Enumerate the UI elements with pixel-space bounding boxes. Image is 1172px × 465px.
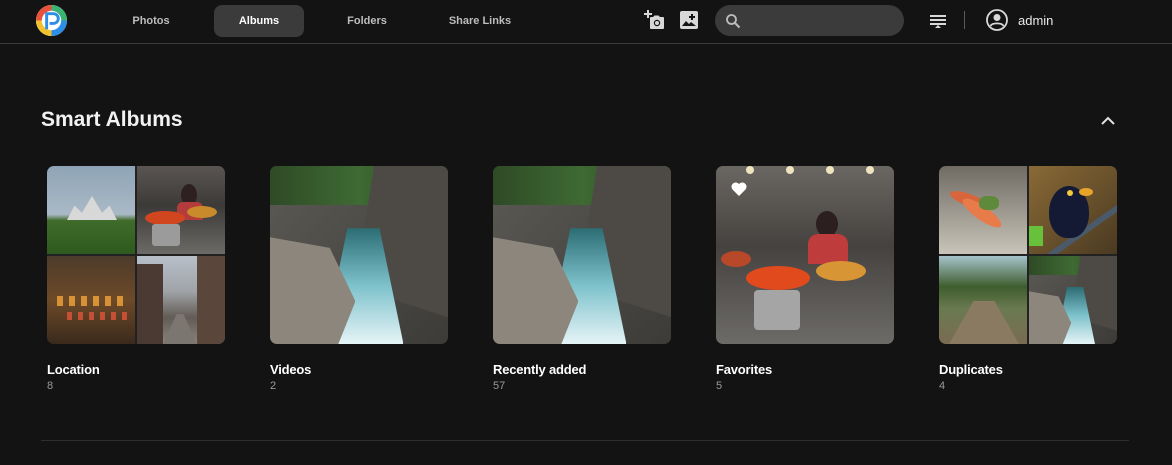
album-thumbnail[interactable] <box>47 166 225 344</box>
search-icon <box>726 14 741 29</box>
album-count: 4 <box>939 380 946 392</box>
album-name[interactable]: Recently added <box>493 362 671 377</box>
tab-folders[interactable]: Folders <box>328 5 406 37</box>
heart-icon <box>731 182 747 196</box>
add-photo-button[interactable] <box>642 8 666 32</box>
album-name[interactable]: Location <box>47 362 225 377</box>
search-field[interactable] <box>715 5 904 36</box>
album-card-duplicates[interactable]: Duplicates 4 <box>939 166 1117 392</box>
album-count: 8 <box>47 380 54 392</box>
album-thumbnail[interactable] <box>493 166 671 344</box>
album-thumbnail[interactable] <box>939 166 1117 344</box>
add-album-button[interactable] <box>677 8 701 32</box>
search-input[interactable] <box>747 10 895 31</box>
user-name[interactable]: admin <box>1018 13 1053 28</box>
chevron-up-icon[interactable] <box>1099 112 1117 130</box>
album-count: 2 <box>270 380 277 392</box>
album-name[interactable]: Favorites <box>716 362 894 377</box>
account-circle-icon[interactable] <box>986 9 1008 31</box>
album-count: 57 <box>493 380 506 392</box>
album-card-location[interactable]: Location 8 <box>47 166 225 392</box>
tab-share-links[interactable]: Share Links <box>430 5 530 37</box>
album-name[interactable]: Videos <box>270 362 448 377</box>
sort-icon <box>930 15 946 28</box>
app-logo-icon[interactable] <box>35 4 68 37</box>
album-card-recently-added[interactable]: Recently added 57 <box>493 166 671 392</box>
header-divider <box>964 11 965 29</box>
album-card-favorites[interactable]: Favorites 5 <box>716 166 894 392</box>
section-title: Smart Albums <box>41 108 183 131</box>
album-card-videos[interactable]: Videos 2 <box>270 166 448 392</box>
sort-button[interactable] <box>926 8 950 32</box>
album-thumbnail[interactable] <box>716 166 894 344</box>
add-album-icon <box>680 11 698 29</box>
tab-photos[interactable]: Photos <box>112 5 190 37</box>
top-navigation-bar: Photos Albums Folders Share Links admin <box>0 0 1172 44</box>
tab-albums[interactable]: Albums <box>214 5 304 37</box>
album-name[interactable]: Duplicates <box>939 362 1117 377</box>
album-count: 5 <box>716 380 723 392</box>
add-photo-icon <box>644 10 664 29</box>
section-divider <box>41 440 1129 441</box>
album-thumbnail[interactable] <box>270 166 448 344</box>
